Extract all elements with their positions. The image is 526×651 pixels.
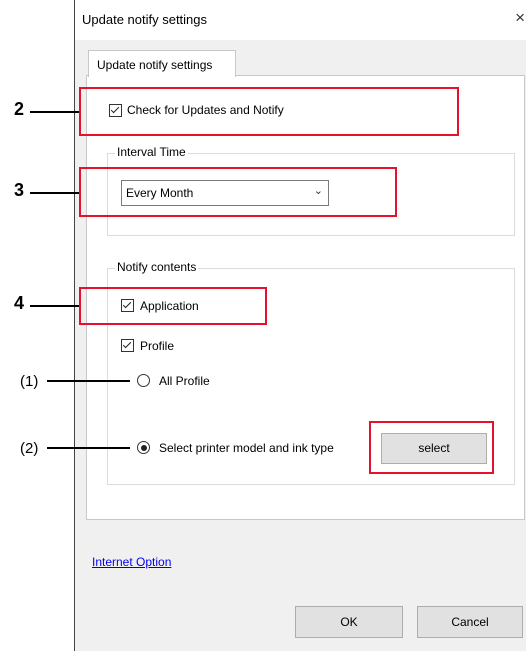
callout-2: 2 bbox=[14, 99, 25, 119]
all-profile-radio[interactable] bbox=[137, 374, 150, 387]
callout-4: 4 bbox=[14, 293, 25, 313]
callout-2-paren: (2) bbox=[20, 440, 39, 457]
cancel-button[interactable]: Cancel bbox=[417, 606, 523, 638]
callout-3: 3 bbox=[14, 180, 25, 200]
leader-line-3 bbox=[30, 192, 79, 194]
close-icon[interactable]: × bbox=[515, 9, 525, 26]
profile-label: Profile bbox=[140, 339, 175, 353]
notify-contents-legend: Notify contents bbox=[115, 260, 199, 274]
highlight-box-3 bbox=[79, 167, 397, 217]
highlight-box-4 bbox=[79, 287, 267, 325]
tab-update-notify-settings[interactable]: Update notify settings bbox=[88, 50, 236, 77]
leader-line-1-paren bbox=[47, 380, 130, 382]
select-printer-label: Select printer model and ink type bbox=[159, 441, 334, 455]
leader-line-4 bbox=[30, 305, 79, 307]
dialog-title: Update notify settings bbox=[82, 12, 208, 27]
internet-option-link[interactable]: Internet Option bbox=[92, 555, 171, 569]
highlight-box-select bbox=[369, 421, 494, 474]
tab-label: Update notify settings bbox=[97, 58, 213, 72]
leader-line-2 bbox=[30, 111, 79, 113]
title-bar: Update notify settings × bbox=[75, 0, 526, 40]
leader-line-2-paren bbox=[47, 447, 130, 449]
select-printer-radio[interactable] bbox=[137, 441, 150, 454]
callout-1-paren: (1) bbox=[20, 373, 39, 390]
highlight-box-2 bbox=[79, 87, 459, 136]
profile-checkbox[interactable] bbox=[121, 339, 134, 352]
interval-time-legend: Interval Time bbox=[115, 145, 188, 159]
all-profile-label: All Profile bbox=[159, 374, 210, 388]
ok-button[interactable]: OK bbox=[295, 606, 403, 638]
